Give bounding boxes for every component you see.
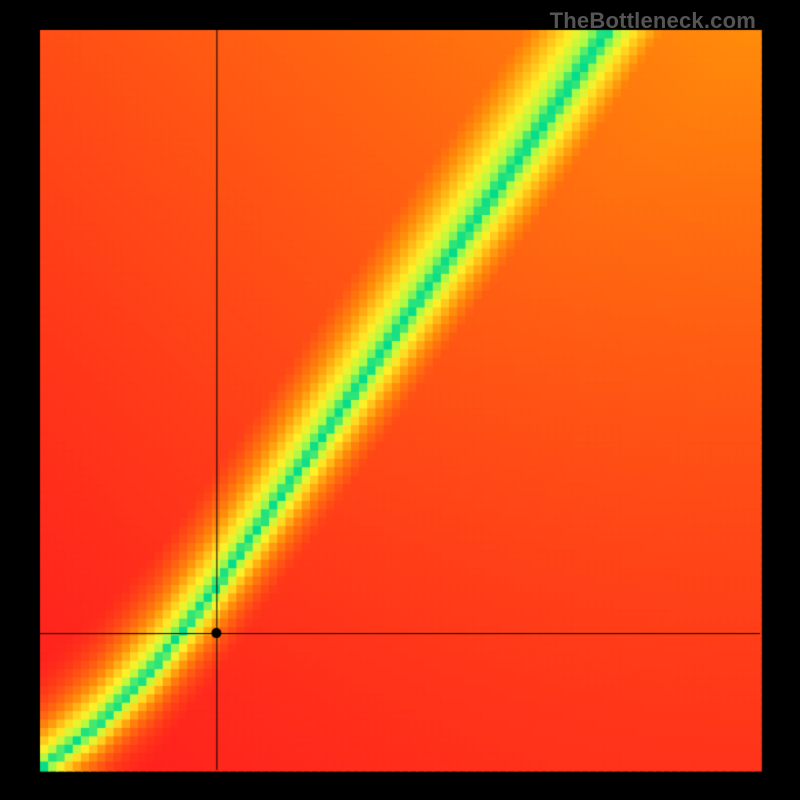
watermark-text: TheBottleneck.com xyxy=(550,8,756,34)
heatmap-canvas xyxy=(0,0,800,800)
chart-container: TheBottleneck.com xyxy=(0,0,800,800)
